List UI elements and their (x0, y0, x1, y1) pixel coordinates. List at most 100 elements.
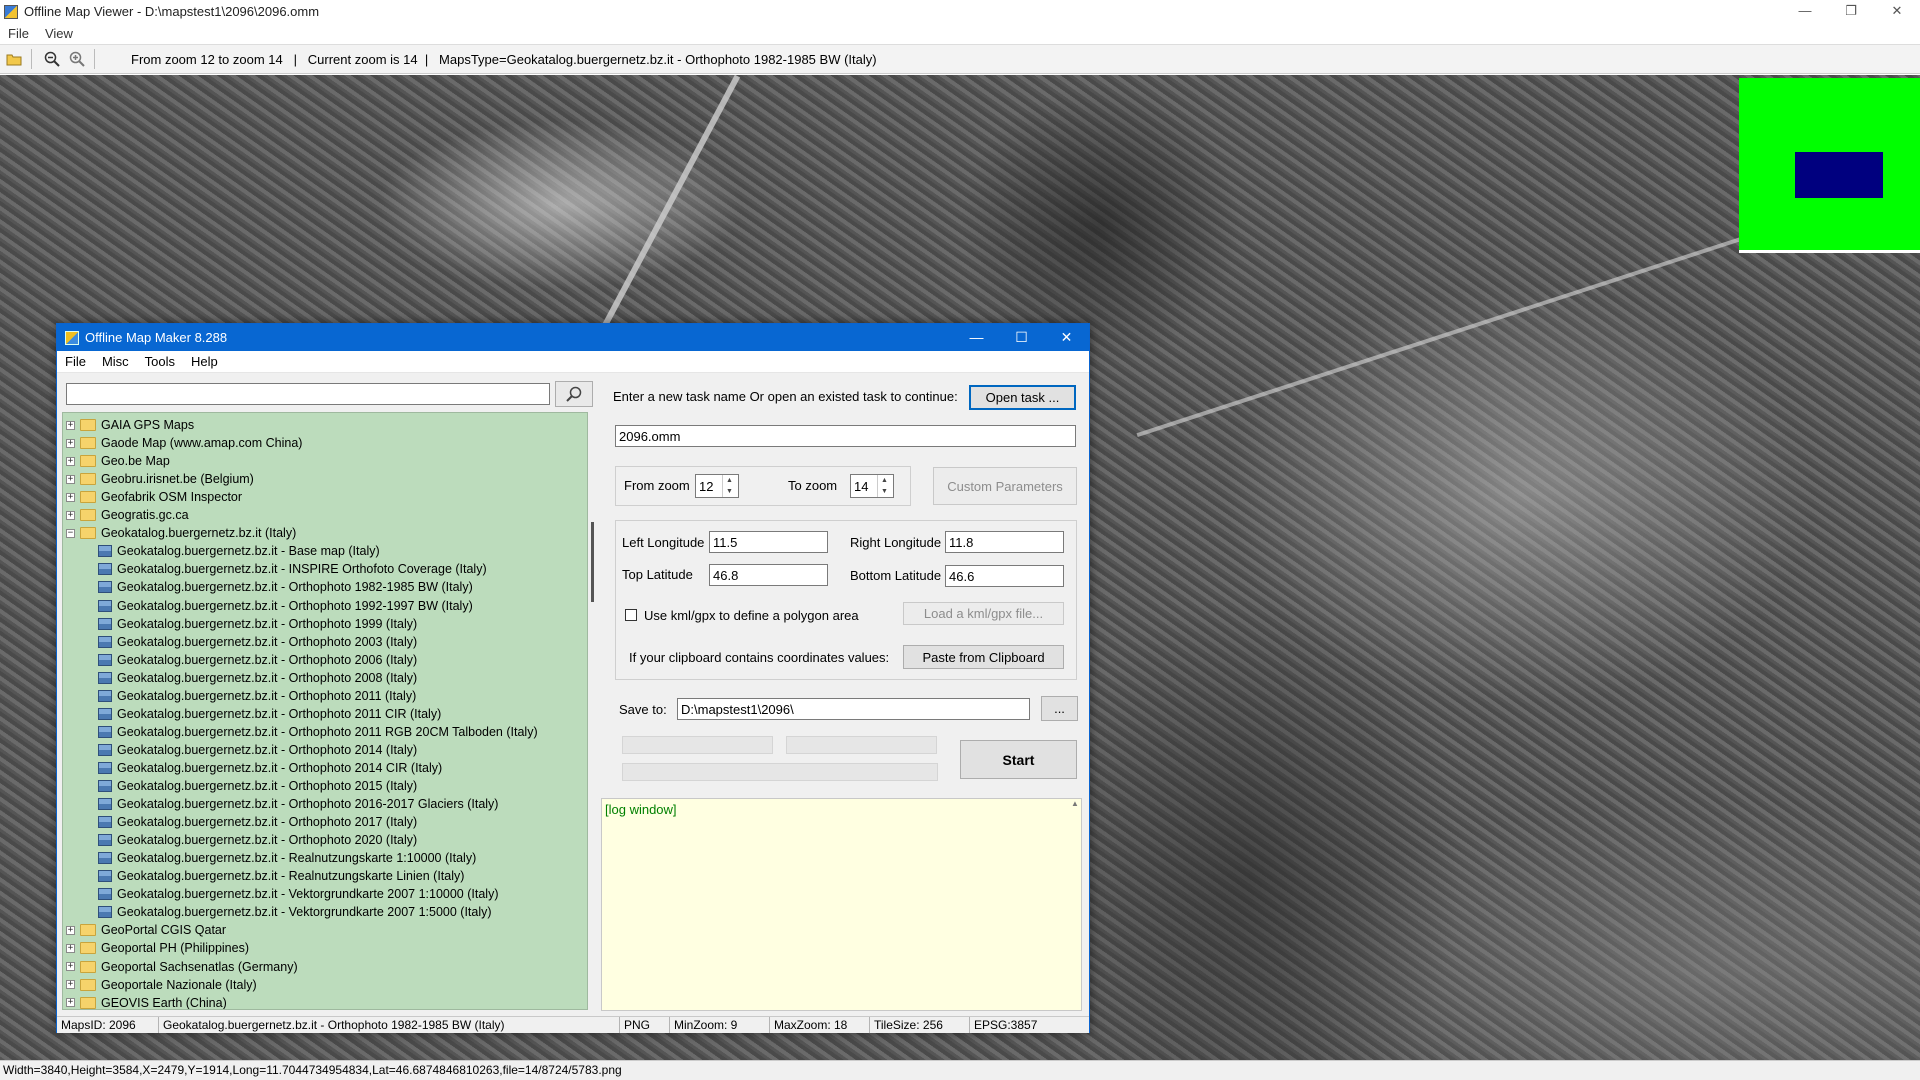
expand-icon[interactable]: + (66, 438, 75, 448)
to-zoom-spinner[interactable]: ▲▼ (850, 474, 894, 498)
tree-map-item[interactable]: Geokatalog.buergernetz.bz.it - Orthophot… (98, 777, 417, 795)
close-icon[interactable]: ✕ (1044, 324, 1089, 351)
expand-icon[interactable]: + (66, 925, 75, 935)
tree-folder-item[interactable]: + Geoportal PH (Philippines) (66, 939, 249, 957)
tree-folder-item[interactable]: + Geobru.irisnet.be (Belgium) (66, 470, 254, 488)
menu-misc[interactable]: Misc (94, 354, 137, 369)
task-name-input[interactable] (615, 425, 1076, 447)
top-latitude-input[interactable] (709, 564, 828, 586)
restore-icon[interactable]: ❐ (1828, 0, 1874, 23)
tree-map-item[interactable]: Geokatalog.buergernetz.bz.it - Orthophot… (98, 669, 417, 687)
load-kml-button[interactable]: Load a kml/gpx file... (903, 602, 1064, 625)
tree-map-item[interactable]: Geokatalog.buergernetz.bz.it - Orthophot… (98, 651, 417, 669)
tree-folder-item[interactable]: + Geoportal Sachsenatlas (Germany) (66, 958, 298, 976)
expand-icon[interactable]: + (66, 420, 75, 430)
tree-item-label: Geokatalog.buergernetz.bz.it - Realnutzu… (117, 869, 465, 884)
tree-map-item[interactable]: Geokatalog.buergernetz.bz.it - INSPIRE O… (98, 560, 487, 578)
minimize-icon[interactable]: — (1782, 0, 1828, 23)
scrollbar-thumb[interactable] (591, 522, 594, 602)
tree-map-item[interactable]: Geokatalog.buergernetz.bz.it - Base map … (98, 542, 380, 560)
open-folder-icon[interactable] (3, 48, 25, 70)
expand-icon[interactable]: + (66, 980, 75, 990)
tree-map-item[interactable]: Geokatalog.buergernetz.bz.it - Orthophot… (98, 759, 442, 777)
tree-map-item[interactable]: Geokatalog.buergernetz.bz.it - Realnutzu… (98, 849, 476, 867)
from-zoom-input[interactable] (696, 475, 722, 497)
maximize-icon[interactable]: ☐ (999, 324, 1044, 351)
menu-file[interactable]: File (57, 354, 94, 369)
paste-from-clipboard-button[interactable]: Paste from Clipboard (903, 645, 1064, 669)
tree-map-item[interactable]: Geokatalog.buergernetz.bz.it - Orthophot… (98, 615, 417, 633)
zoom-out-icon[interactable] (41, 48, 63, 70)
minimap[interactable] (1739, 78, 1920, 253)
tree-map-item[interactable]: Geokatalog.buergernetz.bz.it - Orthophot… (98, 723, 538, 741)
expand-icon[interactable]: + (66, 456, 75, 466)
tree-folder-item[interactable]: + GEOVIS Earth (China) (66, 994, 227, 1009)
search-button[interactable] (555, 381, 593, 407)
tree-map-item[interactable]: Geokatalog.buergernetz.bz.it - Orthophot… (98, 813, 417, 831)
tree-folder-item[interactable]: + GeoPortal CGIS Qatar (66, 921, 226, 939)
zoom-in-icon[interactable] (66, 48, 88, 70)
custom-parameters-button[interactable]: Custom Parameters (933, 467, 1077, 505)
tree-map-item[interactable]: Geokatalog.buergernetz.bz.it - Realnutzu… (98, 867, 464, 885)
log-text: [log window] (605, 802, 677, 817)
menu-tools[interactable]: Tools (137, 354, 183, 369)
menu-help[interactable]: Help (183, 354, 226, 369)
scroll-up-icon[interactable]: ▲ (1069, 799, 1081, 808)
open-task-button[interactable]: Open task ... (969, 385, 1076, 410)
spin-down-icon[interactable]: ▼ (723, 486, 736, 497)
zoom-info-text: From zoom 12 to zoom 14 | Current zoom i… (131, 51, 877, 67)
right-longitude-input[interactable] (945, 531, 1064, 553)
map-icon (98, 581, 112, 594)
tree-folder-item[interactable]: + Gaode Map (www.amap.com China) (66, 434, 302, 452)
expand-icon[interactable]: + (66, 943, 75, 953)
expand-icon[interactable]: + (66, 998, 75, 1008)
save-to-input[interactable] (677, 698, 1030, 720)
menu-view[interactable]: View (37, 26, 81, 41)
map-type-tree[interactable]: + GAIA GPS Maps + Gaode Map (www.amap.com C… (62, 412, 588, 1010)
tree-map-item[interactable]: Geokatalog.buergernetz.bz.it - Orthophot… (98, 633, 417, 651)
to-zoom-input[interactable] (851, 475, 877, 497)
expand-icon[interactable]: + (66, 474, 75, 484)
expand-icon[interactable]: + (66, 510, 75, 520)
tree-map-item[interactable]: Geokatalog.buergernetz.bz.it - Orthophot… (98, 831, 417, 849)
close-icon[interactable]: ✕ (1874, 0, 1920, 23)
tree-folder-item[interactable]: − Geokatalog.buergernetz.bz.it (Italy) (66, 524, 296, 542)
tree-folder-item[interactable]: + Geo.be Map (66, 452, 170, 470)
tree-folder-item[interactable]: + Geofabrik OSM Inspector (66, 488, 242, 506)
map-icon (98, 816, 112, 829)
tree-folder-item[interactable]: + GAIA GPS Maps (66, 416, 194, 434)
log-scrollbar[interactable]: ▲ (1069, 799, 1081, 1010)
from-zoom-spinner[interactable]: ▲▼ (695, 474, 739, 498)
spin-down-icon[interactable]: ▼ (878, 486, 891, 497)
tree-folder-item[interactable]: + Geoportale Nazionale (Italy) (66, 976, 257, 994)
map-icon (98, 725, 112, 738)
tree-scrollbar[interactable] (589, 412, 597, 1010)
expand-icon[interactable]: + (66, 492, 75, 502)
minimap-viewport[interactable] (1795, 152, 1883, 198)
expand-icon[interactable]: + (66, 962, 75, 971)
start-button[interactable]: Start (960, 740, 1077, 779)
menu-file[interactable]: File (0, 26, 37, 41)
tree-folder-item[interactable]: + Geogratis.gc.ca (66, 506, 189, 524)
tree-item-label: Geokatalog.buergernetz.bz.it - Orthophot… (117, 797, 499, 812)
tree-map-item[interactable]: Geokatalog.buergernetz.bz.it - Orthophot… (98, 578, 473, 596)
tree-map-item[interactable]: Geokatalog.buergernetz.bz.it - Orthophot… (98, 795, 498, 813)
tree-map-item[interactable]: Geokatalog.buergernetz.bz.it - Vektorgru… (98, 903, 492, 921)
browse-button[interactable]: ... (1041, 696, 1078, 721)
tree-item-label: Geoportal Sachsenatlas (Germany) (101, 959, 298, 974)
use-kml-checkbox[interactable] (625, 609, 637, 621)
collapse-icon[interactable]: − (66, 528, 75, 538)
tree-map-item[interactable]: Geokatalog.buergernetz.bz.it - Vektorgru… (98, 885, 498, 903)
log-window[interactable]: [log window] ▲ (601, 798, 1082, 1011)
tree-map-item[interactable]: Geokatalog.buergernetz.bz.it - Orthophot… (98, 687, 416, 705)
tree-map-item[interactable]: Geokatalog.buergernetz.bz.it - Orthophot… (98, 741, 417, 759)
spin-up-icon[interactable]: ▲ (878, 475, 891, 486)
bottom-latitude-input[interactable] (945, 565, 1064, 587)
minimize-icon[interactable]: — (954, 324, 999, 351)
spin-up-icon[interactable]: ▲ (723, 475, 736, 486)
tree-map-item[interactable]: Geokatalog.buergernetz.bz.it - Orthophot… (98, 597, 473, 615)
map-river (1136, 216, 1804, 438)
tree-map-item[interactable]: Geokatalog.buergernetz.bz.it - Orthophot… (98, 705, 441, 723)
map-search-input[interactable] (66, 383, 550, 405)
left-longitude-input[interactable] (709, 531, 828, 553)
